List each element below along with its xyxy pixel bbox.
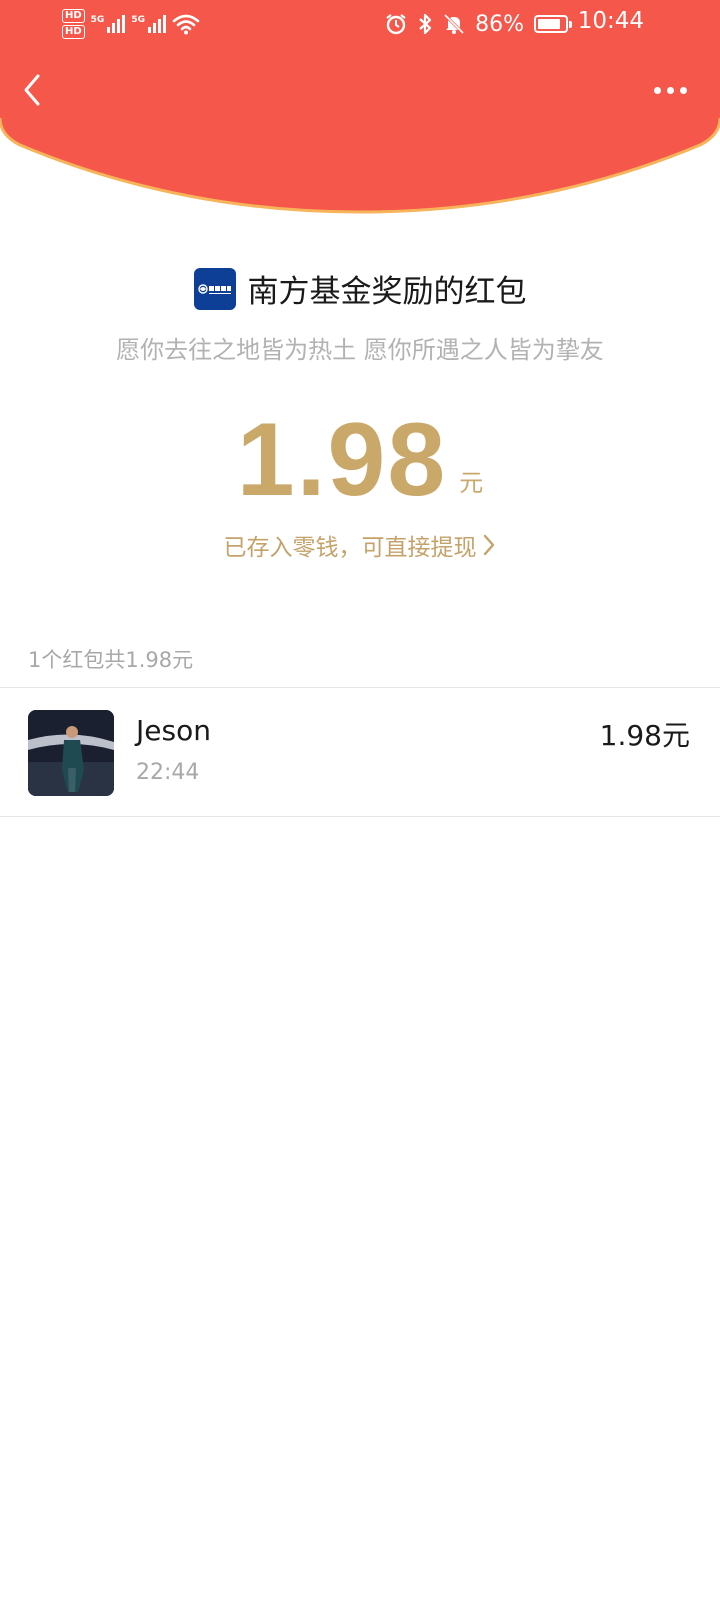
status-time: 10:44 bbox=[577, 8, 644, 34]
battery-percent: 86% bbox=[475, 11, 524, 37]
chevron-right-icon bbox=[483, 534, 494, 556]
record-time: 22:44 bbox=[136, 760, 200, 785]
saved-link-text: 已存入零钱，可直接提现 bbox=[223, 535, 477, 561]
amount-row: 1.98 元 bbox=[0, 400, 720, 520]
more-dots-icon bbox=[653, 86, 661, 94]
signal-icon: 5G bbox=[131, 15, 166, 33]
fund-logo-icon bbox=[193, 267, 236, 310]
status-bar-right: 86% bbox=[385, 8, 572, 40]
divider bbox=[0, 687, 720, 688]
bluetooth-icon bbox=[419, 13, 432, 35]
amount-unit: 元 bbox=[459, 469, 484, 497]
network-type: 5G bbox=[131, 15, 145, 25]
status-bar-left: HD HD 5G 5G bbox=[62, 6, 200, 42]
list-item[interactable]: Jeson 22:44 1.98元 bbox=[0, 690, 720, 816]
battery-icon bbox=[534, 15, 572, 33]
hd-badges: HD HD bbox=[62, 9, 85, 39]
chevron-left-icon bbox=[24, 74, 40, 106]
alarm-icon bbox=[386, 14, 406, 35]
saved-to-change-link[interactable]: 已存入零钱，可直接提现 bbox=[0, 528, 720, 562]
sender-title: 南方基金奖励的红包 bbox=[247, 274, 527, 310]
record-amount: 1.98元 bbox=[599, 719, 690, 752]
hd-badge: HD bbox=[62, 9, 85, 23]
hd-badge: HD bbox=[62, 25, 85, 39]
signal-icon: 5G bbox=[91, 15, 126, 33]
record-name: Jeson bbox=[136, 714, 211, 747]
back-button[interactable] bbox=[14, 68, 54, 112]
sender-row: 南方基金奖励的红包 bbox=[0, 266, 720, 311]
divider bbox=[0, 816, 720, 817]
amount-value: 1.98 bbox=[236, 402, 448, 518]
blessing-text: 愿你去往之地皆为热土 愿你所遇之人皆为挚友 bbox=[116, 336, 604, 364]
packet-summary: 1个红包共1.98元 bbox=[28, 648, 194, 672]
avatar[interactable] bbox=[28, 710, 114, 796]
wifi-icon bbox=[172, 14, 200, 35]
more-dots-icon bbox=[679, 86, 687, 94]
more-button[interactable] bbox=[644, 72, 696, 108]
network-type: 5G bbox=[90, 15, 105, 25]
status-bar: HD HD 5G 5G 86% 10:44 bbox=[0, 0, 720, 48]
mute-icon bbox=[444, 13, 465, 35]
more-dots-icon bbox=[666, 86, 674, 94]
